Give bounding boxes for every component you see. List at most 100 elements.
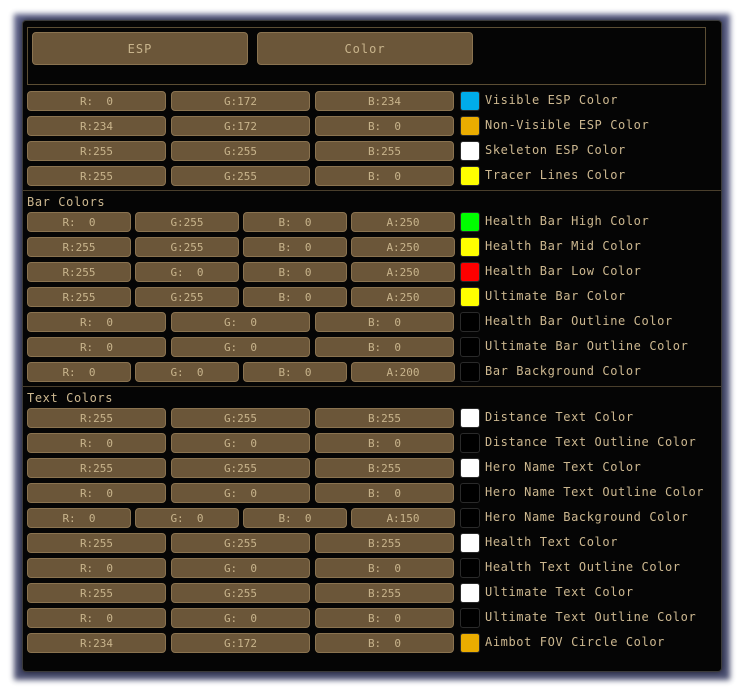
red-channel-input[interactable]: R:255 — [27, 408, 166, 428]
tab-esp[interactable]: ESP — [32, 32, 248, 65]
blue-channel-input[interactable]: B: 0 — [315, 558, 454, 578]
red-channel-input[interactable]: R:255 — [27, 458, 166, 478]
red-channel-input[interactable]: R:255 — [27, 141, 166, 161]
color-swatch[interactable] — [460, 608, 480, 628]
green-channel-input[interactable]: G:255 — [135, 212, 239, 232]
color-row-distance-text-outline-color: R: 0 G: 0 B: 0 Distance Text Outline Color — [27, 433, 717, 453]
color-swatch[interactable] — [460, 141, 480, 161]
green-channel-input[interactable]: G:255 — [171, 458, 310, 478]
red-channel-input[interactable]: R: 0 — [27, 608, 166, 628]
blue-channel-input[interactable]: B:255 — [315, 458, 454, 478]
color-swatch[interactable] — [460, 362, 480, 382]
alpha-channel-input[interactable]: A:250 — [351, 237, 455, 257]
color-swatch[interactable] — [460, 337, 480, 357]
green-channel-input[interactable]: G:172 — [171, 91, 310, 111]
red-channel-input[interactable]: R:255 — [27, 262, 131, 282]
blue-channel-input[interactable]: B: 0 — [315, 608, 454, 628]
color-label: Skeleton ESP Color — [485, 143, 626, 157]
red-channel-input[interactable]: R:234 — [27, 633, 166, 653]
green-channel-input[interactable]: G: 0 — [171, 337, 310, 357]
red-channel-input[interactable]: R: 0 — [27, 483, 166, 503]
green-channel-input[interactable]: G:172 — [171, 633, 310, 653]
blue-channel-input[interactable]: B:255 — [315, 408, 454, 428]
blue-channel-input[interactable]: B:255 — [315, 141, 454, 161]
blue-channel-input[interactable]: B: 0 — [315, 312, 454, 332]
section-divider — [23, 386, 721, 387]
alpha-channel-input[interactable]: A:250 — [351, 287, 455, 307]
alpha-channel-input[interactable]: A:250 — [351, 212, 455, 232]
color-label: Hero Name Text Color — [485, 460, 642, 474]
color-swatch[interactable] — [460, 583, 480, 603]
blue-channel-input[interactable]: B:234 — [315, 91, 454, 111]
green-channel-input[interactable]: G:172 — [171, 116, 310, 136]
color-swatch[interactable] — [460, 212, 480, 232]
blue-channel-input[interactable]: B: 0 — [315, 483, 454, 503]
red-channel-input[interactable]: R:255 — [27, 237, 131, 257]
color-label: Hero Name Text Outline Color — [485, 485, 705, 499]
red-channel-input[interactable]: R:255 — [27, 287, 131, 307]
green-channel-input[interactable]: G: 0 — [135, 262, 239, 282]
green-channel-input[interactable]: G:255 — [171, 533, 310, 553]
alpha-channel-input[interactable]: A:250 — [351, 262, 455, 282]
blue-channel-input[interactable]: B: 0 — [243, 508, 347, 528]
color-swatch[interactable] — [460, 166, 480, 186]
bar-colors-title: Bar Colors — [27, 195, 106, 209]
color-swatch[interactable] — [460, 116, 480, 136]
color-swatch[interactable] — [460, 508, 480, 528]
color-swatch[interactable] — [460, 533, 480, 553]
color-swatch[interactable] — [460, 633, 480, 653]
red-channel-input[interactable]: R:255 — [27, 533, 166, 553]
color-swatch[interactable] — [460, 483, 480, 503]
blue-channel-input[interactable]: B: 0 — [315, 116, 454, 136]
red-channel-input[interactable]: R:255 — [27, 583, 166, 603]
green-channel-input[interactable]: G:255 — [171, 583, 310, 603]
blue-channel-input[interactable]: B: 0 — [243, 287, 347, 307]
red-channel-input[interactable]: R: 0 — [27, 91, 166, 111]
green-channel-input[interactable]: G: 0 — [171, 483, 310, 503]
red-channel-input[interactable]: R: 0 — [27, 433, 166, 453]
blue-channel-input[interactable]: B:255 — [315, 583, 454, 603]
red-channel-input[interactable]: R: 0 — [27, 508, 131, 528]
blue-channel-input[interactable]: B: 0 — [243, 362, 347, 382]
green-channel-input[interactable]: G:255 — [171, 408, 310, 428]
blue-channel-input[interactable]: B: 0 — [243, 262, 347, 282]
color-row-ultimate-bar-color: R:255 G:255 B: 0 A:250 Ultimate Bar Color — [27, 287, 717, 307]
color-swatch[interactable] — [460, 91, 480, 111]
green-channel-input[interactable]: G: 0 — [135, 362, 239, 382]
color-swatch[interactable] — [460, 312, 480, 332]
green-channel-input[interactable]: G: 0 — [171, 433, 310, 453]
blue-channel-input[interactable]: B: 0 — [243, 237, 347, 257]
red-channel-input[interactable]: R:234 — [27, 116, 166, 136]
color-swatch[interactable] — [460, 237, 480, 257]
blue-channel-input[interactable]: B:255 — [315, 533, 454, 553]
green-channel-input[interactable]: G: 0 — [171, 558, 310, 578]
color-swatch[interactable] — [460, 408, 480, 428]
color-swatch[interactable] — [460, 458, 480, 478]
red-channel-input[interactable]: R: 0 — [27, 312, 166, 332]
tab-color[interactable]: Color — [257, 32, 473, 65]
alpha-channel-input[interactable]: A:150 — [351, 508, 455, 528]
green-channel-input[interactable]: G: 0 — [171, 312, 310, 332]
green-channel-input[interactable]: G:255 — [171, 166, 310, 186]
color-swatch[interactable] — [460, 287, 480, 307]
color-swatch[interactable] — [460, 433, 480, 453]
green-channel-input[interactable]: G:255 — [135, 287, 239, 307]
red-channel-input[interactable]: R:255 — [27, 166, 166, 186]
red-channel-input[interactable]: R: 0 — [27, 212, 131, 232]
red-channel-input[interactable]: R: 0 — [27, 337, 166, 357]
green-channel-input[interactable]: G:255 — [171, 141, 310, 161]
red-channel-input[interactable]: R: 0 — [27, 362, 131, 382]
blue-channel-input[interactable]: B: 0 — [243, 212, 347, 232]
color-swatch[interactable] — [460, 262, 480, 282]
blue-channel-input[interactable]: B: 0 — [315, 433, 454, 453]
blue-channel-input[interactable]: B: 0 — [315, 633, 454, 653]
blue-channel-input[interactable]: B: 0 — [315, 337, 454, 357]
color-swatch[interactable] — [460, 558, 480, 578]
blue-channel-input[interactable]: B: 0 — [315, 166, 454, 186]
green-channel-input[interactable]: G: 0 — [135, 508, 239, 528]
color-row-hero-name-background-color: R: 0 G: 0 B: 0 A:150 Hero Name Background Co… — [27, 508, 717, 528]
green-channel-input[interactable]: G: 0 — [171, 608, 310, 628]
alpha-channel-input[interactable]: A:200 — [351, 362, 455, 382]
red-channel-input[interactable]: R: 0 — [27, 558, 166, 578]
green-channel-input[interactable]: G:255 — [135, 237, 239, 257]
